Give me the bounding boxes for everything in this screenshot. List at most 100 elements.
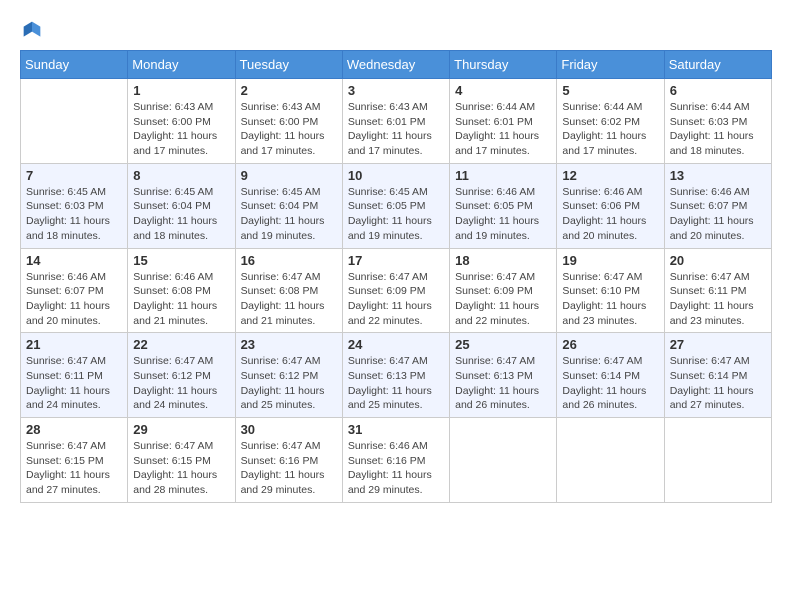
calendar-cell: 2 Sunrise: 6:43 AM Sunset: 6:00 PM Daylig… <box>235 79 342 164</box>
calendar-header-tuesday: Tuesday <box>235 51 342 79</box>
calendar-week-row: 21 Sunrise: 6:47 AM Sunset: 6:11 PM Dayli… <box>21 333 772 418</box>
calendar-cell: 25 Sunrise: 6:47 AM Sunset: 6:13 PM Dayli… <box>450 333 557 418</box>
day-number: 20 <box>670 253 766 268</box>
calendar-week-row: 28 Sunrise: 6:47 AM Sunset: 6:15 PM Dayli… <box>21 418 772 503</box>
day-number: 7 <box>26 168 122 183</box>
day-number: 5 <box>562 83 658 98</box>
calendar-header-monday: Monday <box>128 51 235 79</box>
day-number: 18 <box>455 253 551 268</box>
calendar-header-saturday: Saturday <box>664 51 771 79</box>
calendar-cell: 16Sunrise: 6:47 AM Sunset: 6:08 PM Dayli… <box>235 248 342 333</box>
calendar-cell: 29 Sunrise: 6:47 AM Sunset: 6:15 PM Dayli… <box>128 418 235 503</box>
calendar-cell: 6Sunrise: 6:44 AM Sunset: 6:03 PM Daylig… <box>664 79 771 164</box>
calendar-cell: 21 Sunrise: 6:47 AM Sunset: 6:11 PM Dayli… <box>21 333 128 418</box>
calendar-cell: 22Sunrise: 6:47 AM Sunset: 6:12 PM Dayli… <box>128 333 235 418</box>
day-number: 12 <box>562 168 658 183</box>
calendar-cell <box>664 418 771 503</box>
day-number: 28 <box>26 422 122 437</box>
day-number: 22 <box>133 337 229 352</box>
calendar-header-sunday: Sunday <box>21 51 128 79</box>
day-info: Sunrise: 6:44 AM Sunset: 6:02 PM Dayligh… <box>562 100 658 159</box>
day-info: Sunrise: 6:44 AM Sunset: 6:01 PM Dayligh… <box>455 100 551 159</box>
day-info: Sunrise: 6:47 AM Sunset: 6:12 PM Dayligh… <box>241 354 337 413</box>
calendar-header-row: SundayMondayTuesdayWednesdayThursdayFrid… <box>21 51 772 79</box>
day-number: 10 <box>348 168 444 183</box>
day-number: 19 <box>562 253 658 268</box>
calendar-cell: 8 Sunrise: 6:45 AM Sunset: 6:04 PM Daylig… <box>128 163 235 248</box>
day-info: Sunrise: 6:43 AM Sunset: 6:01 PM Dayligh… <box>348 100 444 159</box>
calendar-cell: 5 Sunrise: 6:44 AM Sunset: 6:02 PM Daylig… <box>557 79 664 164</box>
day-number: 23 <box>241 337 337 352</box>
day-info: Sunrise: 6:47 AM Sunset: 6:09 PM Dayligh… <box>348 270 444 329</box>
calendar-cell: 17Sunrise: 6:47 AM Sunset: 6:09 PM Dayli… <box>342 248 449 333</box>
day-number: 15 <box>133 253 229 268</box>
day-info: Sunrise: 6:45 AM Sunset: 6:04 PM Dayligh… <box>133 185 229 244</box>
day-number: 29 <box>133 422 229 437</box>
day-number: 26 <box>562 337 658 352</box>
day-number: 31 <box>348 422 444 437</box>
calendar-cell: 1 Sunrise: 6:43 AM Sunset: 6:00 PM Daylig… <box>128 79 235 164</box>
calendar-cell: 10 Sunrise: 6:45 AM Sunset: 6:05 PM Dayli… <box>342 163 449 248</box>
page-header <box>20 20 772 40</box>
day-number: 4 <box>455 83 551 98</box>
calendar-cell: 3 Sunrise: 6:43 AM Sunset: 6:01 PM Daylig… <box>342 79 449 164</box>
calendar-cell: 11Sunrise: 6:46 AM Sunset: 6:05 PM Dayli… <box>450 163 557 248</box>
day-number: 25 <box>455 337 551 352</box>
day-number: 8 <box>133 168 229 183</box>
calendar-header-friday: Friday <box>557 51 664 79</box>
day-info: Sunrise: 6:47 AM Sunset: 6:15 PM Dayligh… <box>26 439 122 498</box>
day-number: 21 <box>26 337 122 352</box>
calendar-cell <box>557 418 664 503</box>
day-info: Sunrise: 6:47 AM Sunset: 6:16 PM Dayligh… <box>241 439 337 498</box>
day-info: Sunrise: 6:47 AM Sunset: 6:11 PM Dayligh… <box>26 354 122 413</box>
day-info: Sunrise: 6:43 AM Sunset: 6:00 PM Dayligh… <box>133 100 229 159</box>
day-info: Sunrise: 6:46 AM Sunset: 6:08 PM Dayligh… <box>133 270 229 329</box>
logo-icon <box>22 20 42 40</box>
calendar-cell: 24 Sunrise: 6:47 AM Sunset: 6:13 PM Dayli… <box>342 333 449 418</box>
calendar-week-row: 14 Sunrise: 6:46 AM Sunset: 6:07 PM Dayli… <box>21 248 772 333</box>
day-info: Sunrise: 6:47 AM Sunset: 6:15 PM Dayligh… <box>133 439 229 498</box>
calendar-week-row: 7 Sunrise: 6:45 AM Sunset: 6:03 PM Daylig… <box>21 163 772 248</box>
day-info: Sunrise: 6:46 AM Sunset: 6:06 PM Dayligh… <box>562 185 658 244</box>
calendar-table: SundayMondayTuesdayWednesdayThursdayFrid… <box>20 50 772 503</box>
calendar-cell: 18Sunrise: 6:47 AM Sunset: 6:09 PM Dayli… <box>450 248 557 333</box>
day-info: Sunrise: 6:47 AM Sunset: 6:11 PM Dayligh… <box>670 270 766 329</box>
day-info: Sunrise: 6:47 AM Sunset: 6:14 PM Dayligh… <box>562 354 658 413</box>
day-number: 24 <box>348 337 444 352</box>
day-number: 9 <box>241 168 337 183</box>
day-number: 11 <box>455 168 551 183</box>
day-number: 13 <box>670 168 766 183</box>
day-number: 27 <box>670 337 766 352</box>
calendar-cell: 26 Sunrise: 6:47 AM Sunset: 6:14 PM Dayli… <box>557 333 664 418</box>
day-info: Sunrise: 6:46 AM Sunset: 6:16 PM Dayligh… <box>348 439 444 498</box>
day-number: 14 <box>26 253 122 268</box>
logo <box>20 20 42 40</box>
day-info: Sunrise: 6:46 AM Sunset: 6:07 PM Dayligh… <box>670 185 766 244</box>
calendar-cell: 7 Sunrise: 6:45 AM Sunset: 6:03 PM Daylig… <box>21 163 128 248</box>
calendar-cell: 12 Sunrise: 6:46 AM Sunset: 6:06 PM Dayli… <box>557 163 664 248</box>
calendar-cell: 30Sunrise: 6:47 AM Sunset: 6:16 PM Dayli… <box>235 418 342 503</box>
day-info: Sunrise: 6:43 AM Sunset: 6:00 PM Dayligh… <box>241 100 337 159</box>
calendar-header-thursday: Thursday <box>450 51 557 79</box>
day-info: Sunrise: 6:45 AM Sunset: 6:03 PM Dayligh… <box>26 185 122 244</box>
day-number: 3 <box>348 83 444 98</box>
calendar-cell <box>21 79 128 164</box>
day-info: Sunrise: 6:47 AM Sunset: 6:14 PM Dayligh… <box>670 354 766 413</box>
calendar-cell: 28 Sunrise: 6:47 AM Sunset: 6:15 PM Dayli… <box>21 418 128 503</box>
day-info: Sunrise: 6:47 AM Sunset: 6:10 PM Dayligh… <box>562 270 658 329</box>
day-info: Sunrise: 6:47 AM Sunset: 6:13 PM Dayligh… <box>348 354 444 413</box>
calendar-cell: 20 Sunrise: 6:47 AM Sunset: 6:11 PM Dayli… <box>664 248 771 333</box>
day-info: Sunrise: 6:45 AM Sunset: 6:05 PM Dayligh… <box>348 185 444 244</box>
day-number: 2 <box>241 83 337 98</box>
calendar-cell: 15 Sunrise: 6:46 AM Sunset: 6:08 PM Dayli… <box>128 248 235 333</box>
calendar-cell: 27 Sunrise: 6:47 AM Sunset: 6:14 PM Dayli… <box>664 333 771 418</box>
day-number: 1 <box>133 83 229 98</box>
day-info: Sunrise: 6:46 AM Sunset: 6:07 PM Dayligh… <box>26 270 122 329</box>
calendar-cell <box>450 418 557 503</box>
day-info: Sunrise: 6:45 AM Sunset: 6:04 PM Dayligh… <box>241 185 337 244</box>
calendar-cell: 4 Sunrise: 6:44 AM Sunset: 6:01 PM Daylig… <box>450 79 557 164</box>
calendar-cell: 19 Sunrise: 6:47 AM Sunset: 6:10 PM Dayli… <box>557 248 664 333</box>
day-number: 16 <box>241 253 337 268</box>
calendar-cell: 14 Sunrise: 6:46 AM Sunset: 6:07 PM Dayli… <box>21 248 128 333</box>
day-info: Sunrise: 6:47 AM Sunset: 6:13 PM Dayligh… <box>455 354 551 413</box>
